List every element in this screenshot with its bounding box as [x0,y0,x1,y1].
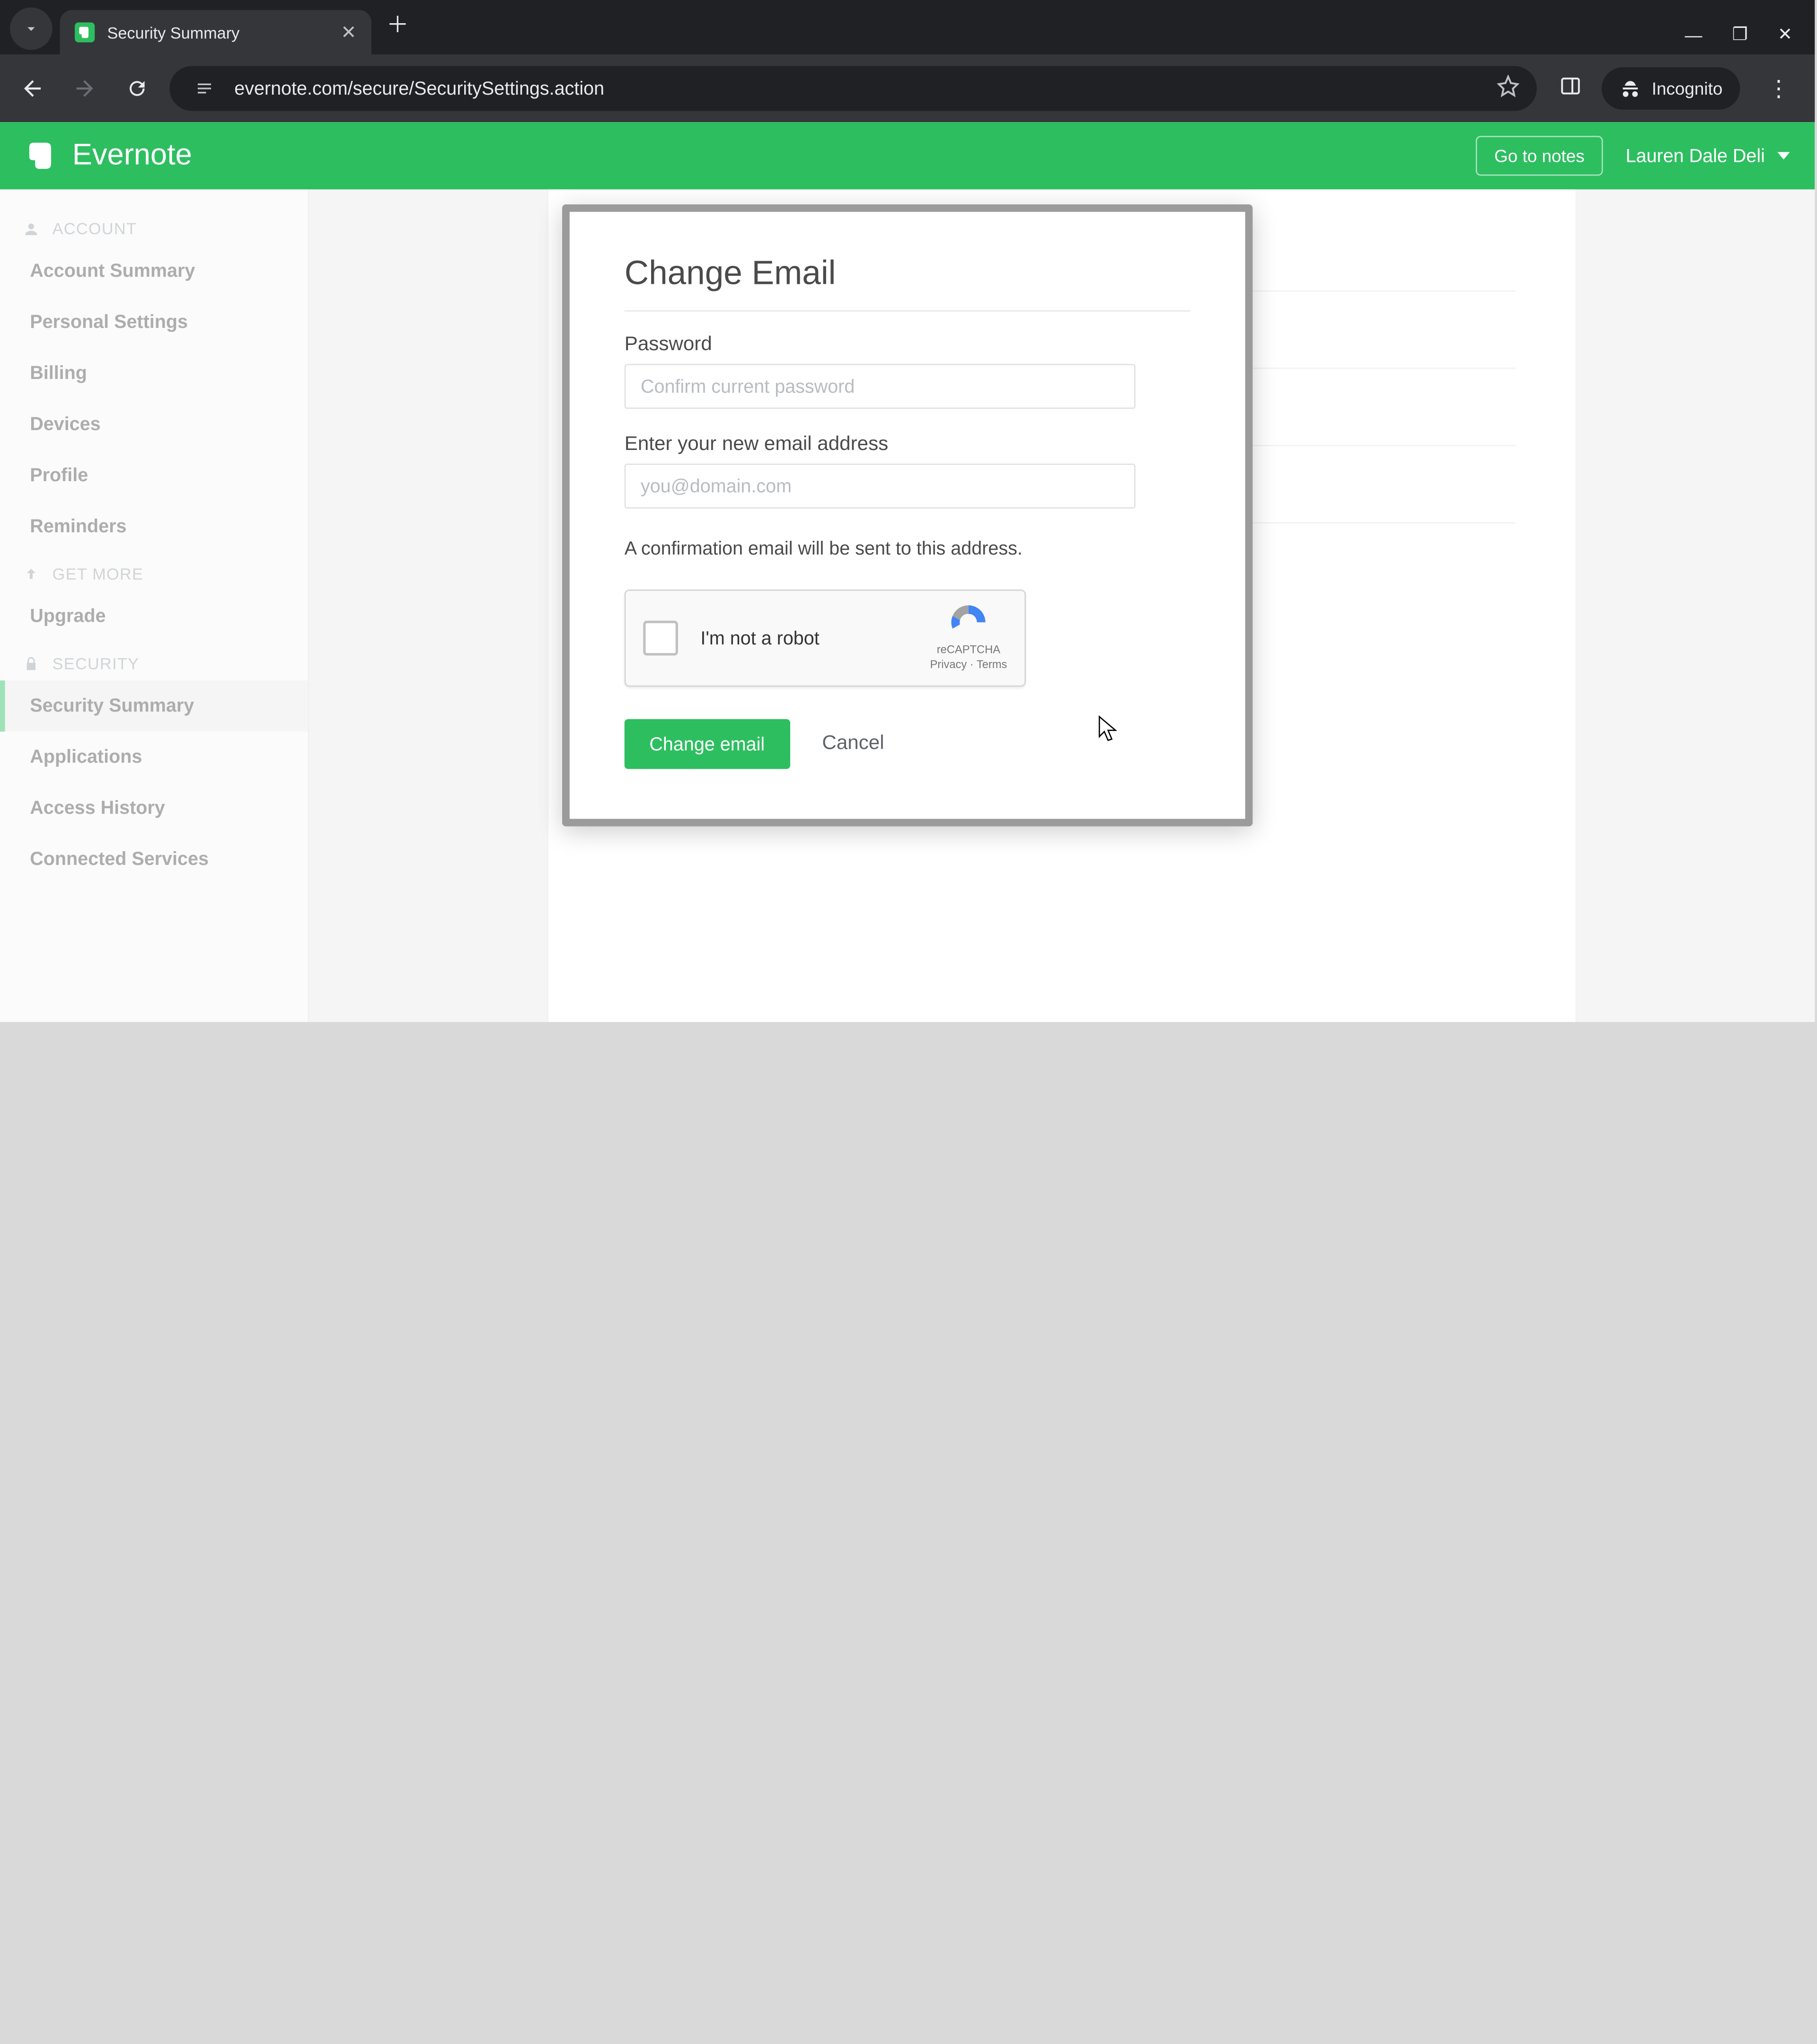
window-controls: — ❐ ✕ [1672,24,1805,55]
brand-text: Evernote [72,138,192,173]
recaptcha-checkbox[interactable] [643,621,678,656]
tab-title: Security Summary [107,23,240,42]
toolbar-icons: Incognito ⋮ [1550,67,1802,110]
incognito-label: Incognito [1652,79,1723,98]
change-email-button[interactable]: Change email [625,719,790,769]
tab-close-icon[interactable]: ✕ [341,23,356,42]
address-bar[interactable]: evernote.com/secure/SecuritySettings.act… [169,66,1537,111]
page: Evernote Go to notes Lauren Dale Deli AC… [0,122,1815,1022]
evernote-favicon-icon [75,22,95,42]
browser-menu-icon[interactable]: ⋮ [1760,75,1797,101]
go-to-notes-button[interactable]: Go to notes [1476,136,1604,176]
user-name: Lauren Dale Deli [1626,145,1765,167]
incognito-chip[interactable]: Incognito [1602,67,1740,110]
recaptcha-label: I'm not a robot [700,627,819,649]
bookmark-star-icon[interactable] [1497,75,1519,102]
change-email-modal: Change Email Password Enter your new ema… [562,204,1252,826]
modal-title: Change Email [625,254,1191,293]
helper-text: A confirmation email will be sent to thi… [625,538,1191,560]
evernote-logo-icon [25,138,60,173]
password-input[interactable] [625,364,1136,409]
minimize-icon[interactable]: — [1685,24,1702,44]
back-button[interactable] [12,69,52,108]
password-label: Password [625,334,1191,356]
new-tab-button[interactable]: ＋ [371,8,424,47]
titlebar: Security Summary ✕ ＋ — ❐ ✕ [0,0,1815,55]
browser-tab[interactable]: Security Summary ✕ [60,10,371,55]
forward-button[interactable] [65,69,105,108]
app-header: Evernote Go to notes Lauren Dale Deli [0,122,1815,189]
email-input[interactable] [625,464,1136,509]
reload-button[interactable] [117,69,157,108]
chevron-down-icon [1777,152,1790,159]
close-window-icon[interactable]: ✕ [1778,24,1792,45]
recaptcha-badge: reCAPTCHA Privacy · Terms [930,604,1007,673]
email-label: Enter your new email address [625,434,1191,456]
site-info-icon[interactable] [187,71,222,106]
side-panel-icon[interactable] [1560,74,1582,103]
divider [625,310,1191,312]
browser-window: Security Summary ✕ ＋ — ❐ ✕ evernote.com/… [0,0,1815,1022]
browser-toolbar: evernote.com/secure/SecuritySettings.act… [0,55,1815,122]
brand[interactable]: Evernote [25,138,192,173]
maximize-icon[interactable]: ❐ [1732,24,1748,45]
incognito-icon [1619,77,1641,99]
cancel-button[interactable]: Cancel [822,733,884,755]
recaptcha: I'm not a robot reCAPTCHA Privacy · Term… [625,590,1026,687]
user-menu[interactable]: Lauren Dale Deli [1626,145,1790,167]
tab-search-button[interactable] [10,8,53,50]
url-text: evernote.com/secure/SecuritySettings.act… [234,78,604,99]
recaptcha-icon [947,604,990,641]
